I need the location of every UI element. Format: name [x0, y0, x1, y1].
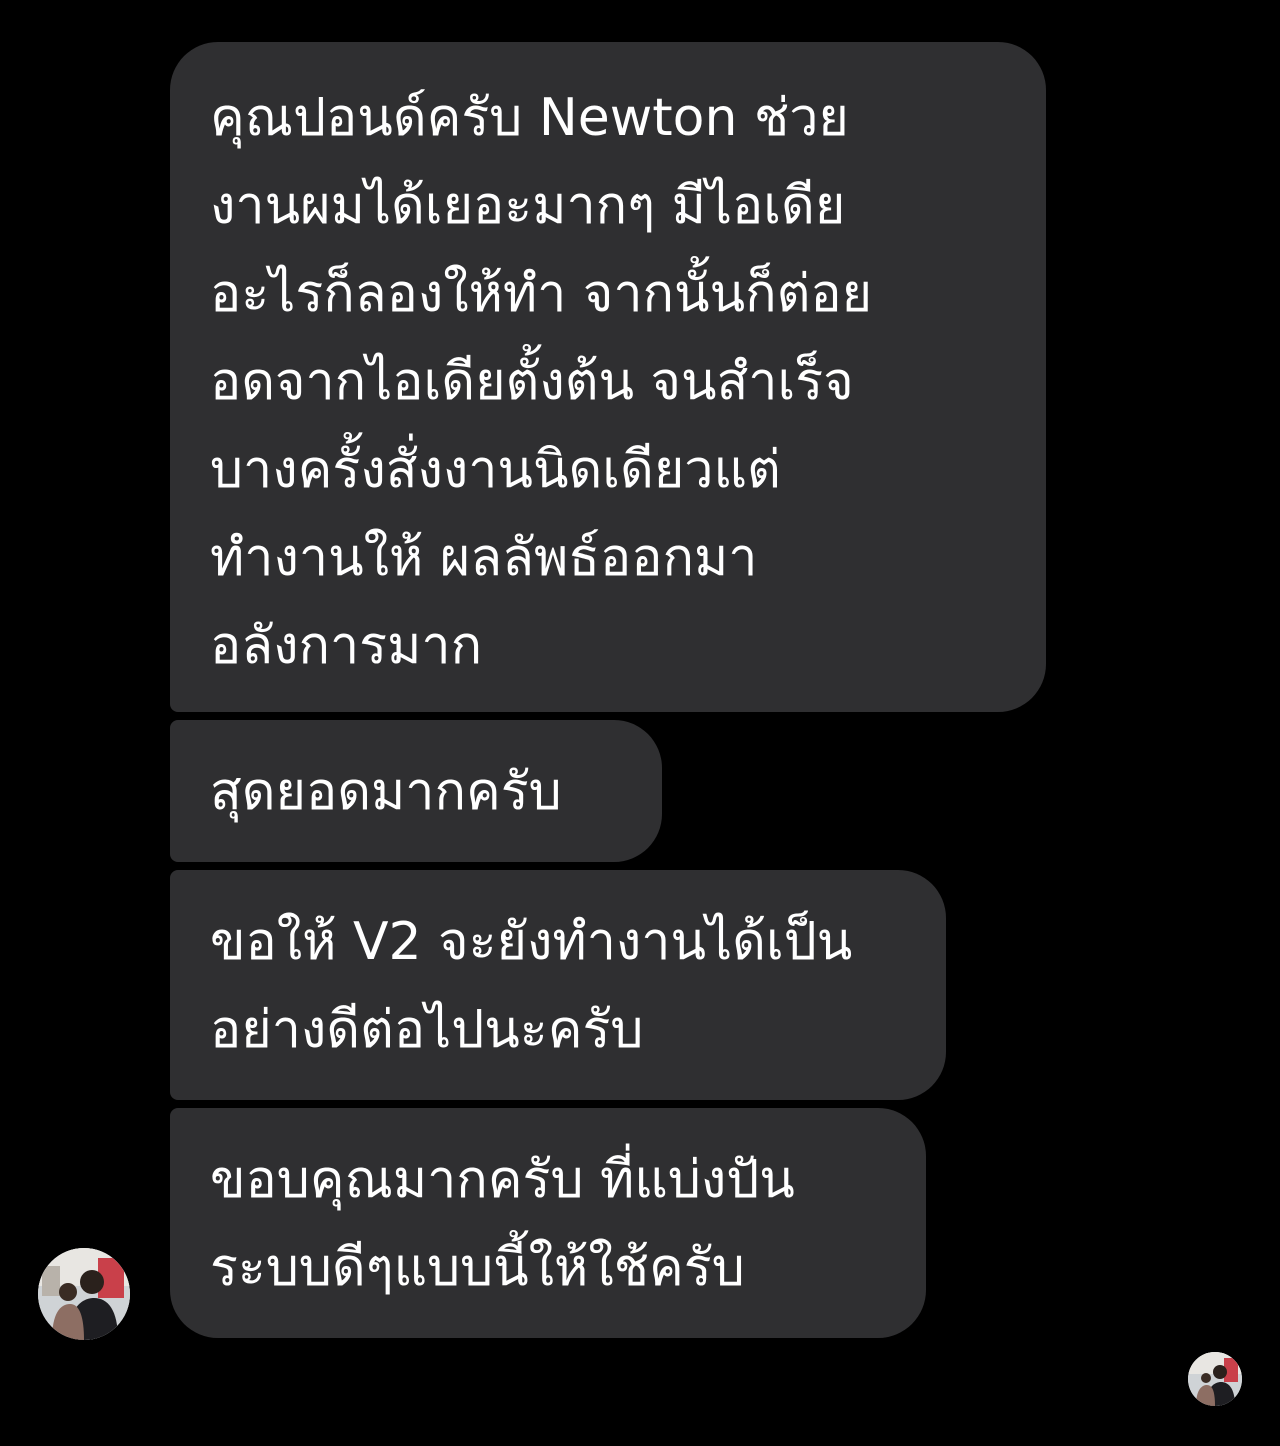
chat-thread: คุณปอนด์ครับ Newton ช่วย งานผมได้เยอะมาก… [0, 0, 1280, 1446]
message-line: ขอบคุณมากครับ ที่แบ่งปัน [210, 1150, 795, 1210]
message-line: บางครั้งสั่งงานนิดเดียวแต่ [210, 440, 781, 500]
message-line: อย่างดีต่อไปนะครับ [210, 1000, 644, 1060]
seen-receipt-avatar [1188, 1352, 1242, 1406]
message-line: ทำงานให้ ผลลัพธ์ออกมา [210, 528, 758, 588]
message-line: อดจากไอเดียตั้งต้น จนสำเร็จ [210, 352, 854, 412]
message-line: อะไรก็ลองให้ทำ จากนั้นก็ต่อย [210, 264, 873, 324]
message-bubble[interactable]: คุณปอนด์ครับ Newton ช่วย งานผมได้เยอะมาก… [170, 42, 1046, 712]
sender-avatar[interactable] [38, 1248, 130, 1340]
message-bubble[interactable]: สุดยอดมากครับ [170, 720, 662, 862]
message-line: งานผมได้เยอะมากๆ มีไอเดีย [210, 176, 846, 236]
avatar-photo-icon [38, 1248, 130, 1340]
message-bubble[interactable]: ขอบคุณมากครับ ที่แบ่งปัน ระบบดีๆแบบนี้ให… [170, 1108, 926, 1338]
seen-avatar-photo-icon [1188, 1352, 1242, 1406]
message-line: สุดยอดมากครับ [210, 762, 562, 822]
message-bubble[interactable]: ขอให้ V2 จะยังทำงานได้เป็น อย่างดีต่อไปน… [170, 870, 946, 1100]
message-line: ขอให้ V2 จะยังทำงานได้เป็น [210, 912, 853, 972]
message-line: อลังการมาก [210, 616, 483, 676]
message-line: คุณปอนด์ครับ Newton ช่วย [210, 88, 849, 148]
message-line: ระบบดีๆแบบนี้ให้ใช้ครับ [210, 1238, 745, 1298]
